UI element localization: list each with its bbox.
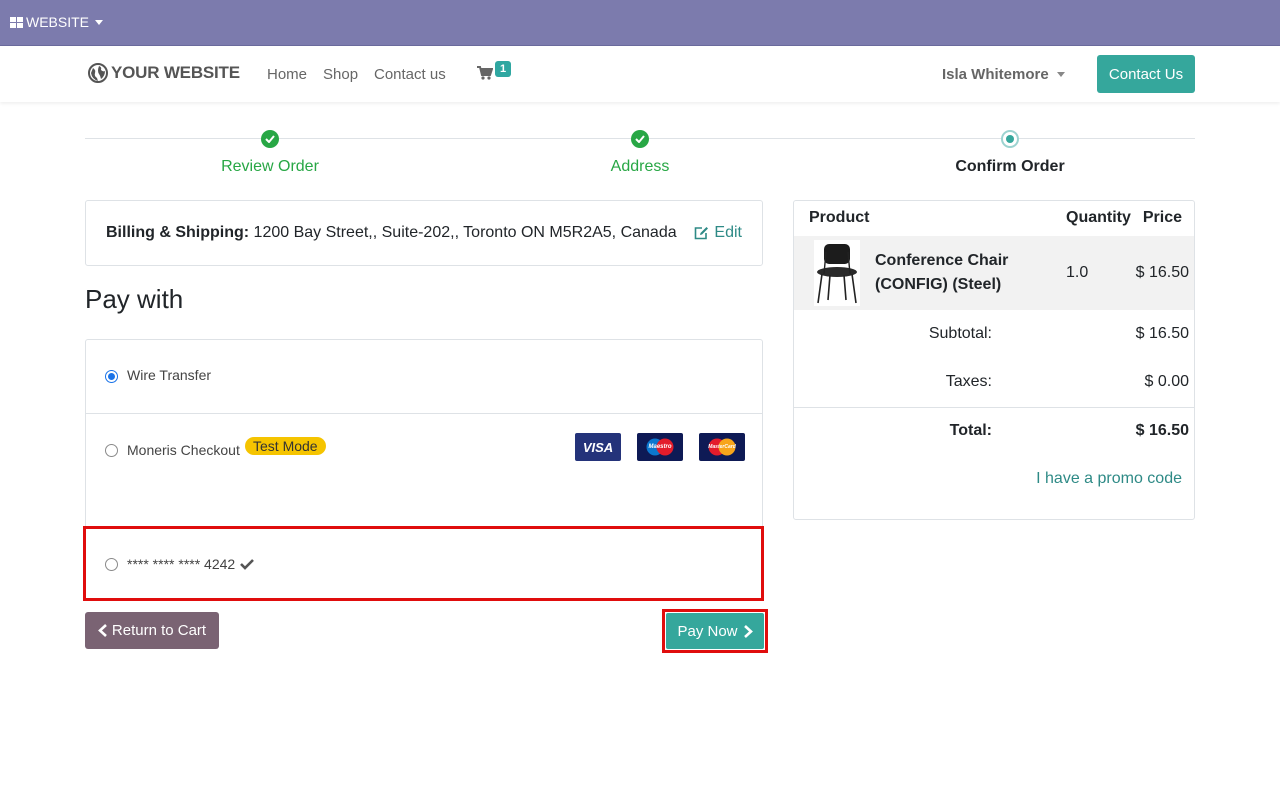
apps-grid-icon — [10, 16, 23, 28]
radio-moneris[interactable] — [105, 444, 118, 457]
billing-address: 1200 Bay Street,, Suite-202,, Toronto ON… — [253, 224, 677, 241]
promo-code-link[interactable]: I have a promo code — [1036, 470, 1182, 488]
website-menu-label: WEBSITE — [26, 14, 90, 30]
total-value: $ 16.50 — [1135, 422, 1189, 439]
website-menu-toggle[interactable]: WEBSITE — [10, 14, 104, 30]
visa-logo: VISA — [575, 433, 621, 461]
cart-count-badge: 1 — [495, 61, 512, 77]
edit-label: Edit — [714, 224, 742, 241]
nav-link-home[interactable]: Home — [267, 66, 307, 83]
saved-card-highlight — [83, 526, 764, 601]
step-label: Review Order — [221, 158, 319, 175]
product-price: $ 16.50 — [1135, 264, 1189, 281]
taxes-label: Taxes: — [945, 373, 992, 390]
shopping-cart-icon — [477, 66, 493, 80]
product-image[interactable] — [814, 240, 860, 306]
taxes-value: $ 0.00 — [1144, 373, 1189, 390]
caret-down-icon — [1056, 72, 1065, 77]
caret-down-icon — [95, 19, 104, 25]
total-label: Total: — [949, 422, 992, 439]
header-price: Price — [1142, 209, 1182, 226]
pay-now-button[interactable]: Pay Now — [666, 613, 764, 649]
chevron-right-icon — [743, 624, 753, 638]
maestro-logo: Maestro — [637, 433, 683, 461]
order-summary: Product Quantity Price Conference Chair … — [793, 200, 1195, 520]
step-label: Confirm Order — [955, 158, 1065, 175]
subtotal-label: Subtotal: — [928, 325, 992, 342]
admin-topbar: WEBSITE — [0, 0, 1280, 46]
billing-shipping-card: Billing & Shipping: 1200 Bay Street,, Su… — [85, 200, 763, 266]
contact-us-button[interactable]: Contact Us — [1097, 55, 1195, 93]
logo-text: YOUR WEBSITE — [111, 63, 240, 82]
header-product: Product — [809, 209, 870, 226]
payment-option-moneris[interactable]: Moneris Checkout Test Mode VISA Maestro … — [86, 414, 762, 526]
return-label: Return to Cart — [111, 622, 207, 639]
step-label: Address — [610, 158, 670, 175]
check-circle-icon — [631, 130, 649, 148]
user-name: Isla Whitemore — [942, 66, 1049, 83]
pay-now-label: Pay Now — [677, 622, 738, 640]
test-mode-badge: Test Mode — [245, 437, 326, 455]
main-navbar: YOUR WEBSITE Home Shop Contact us 1 Isla… — [0, 46, 1280, 102]
payment-label: Wire Transfer — [127, 367, 212, 383]
pay-with-heading: Pay with — [85, 284, 184, 314]
payment-label: Moneris Checkout — [127, 442, 240, 458]
current-step-icon — [1001, 130, 1019, 148]
subtotal-value: $ 16.50 — [1135, 325, 1189, 342]
nav-link-contact[interactable]: Contact us — [374, 66, 446, 83]
user-menu-toggle[interactable]: Isla Whitemore — [942, 66, 1065, 83]
billing-text: Billing & Shipping: 1200 Bay Street,, Su… — [106, 224, 677, 242]
product-quantity: 1.0 — [1066, 264, 1089, 281]
billing-label: Billing & Shipping: — [106, 224, 250, 241]
return-to-cart-button[interactable]: Return to Cart — [85, 612, 219, 649]
edit-icon — [695, 227, 709, 240]
globe-icon — [88, 63, 108, 83]
summary-divider — [794, 407, 1194, 408]
site-logo[interactable]: YOUR WEBSITE — [88, 63, 240, 83]
chevron-left-icon — [97, 624, 107, 637]
mastercard-logo: MasterCard — [699, 433, 745, 461]
edit-address-link[interactable]: Edit — [694, 224, 742, 242]
cart-line-item: Conference Chair (CONFIG) (Steel) 1.0 $ … — [794, 236, 1194, 310]
payment-option-wire-transfer[interactable]: Wire Transfer — [86, 340, 762, 414]
nav-link-shop[interactable]: Shop — [323, 66, 358, 83]
checkout-progress: Review Order Address Confirm Order — [85, 128, 1195, 178]
check-circle-icon — [261, 130, 279, 148]
product-name[interactable]: Conference Chair (CONFIG) (Steel) — [875, 249, 1008, 297]
header-quantity: Quantity — [1066, 209, 1131, 226]
radio-wire-transfer[interactable] — [105, 370, 118, 383]
